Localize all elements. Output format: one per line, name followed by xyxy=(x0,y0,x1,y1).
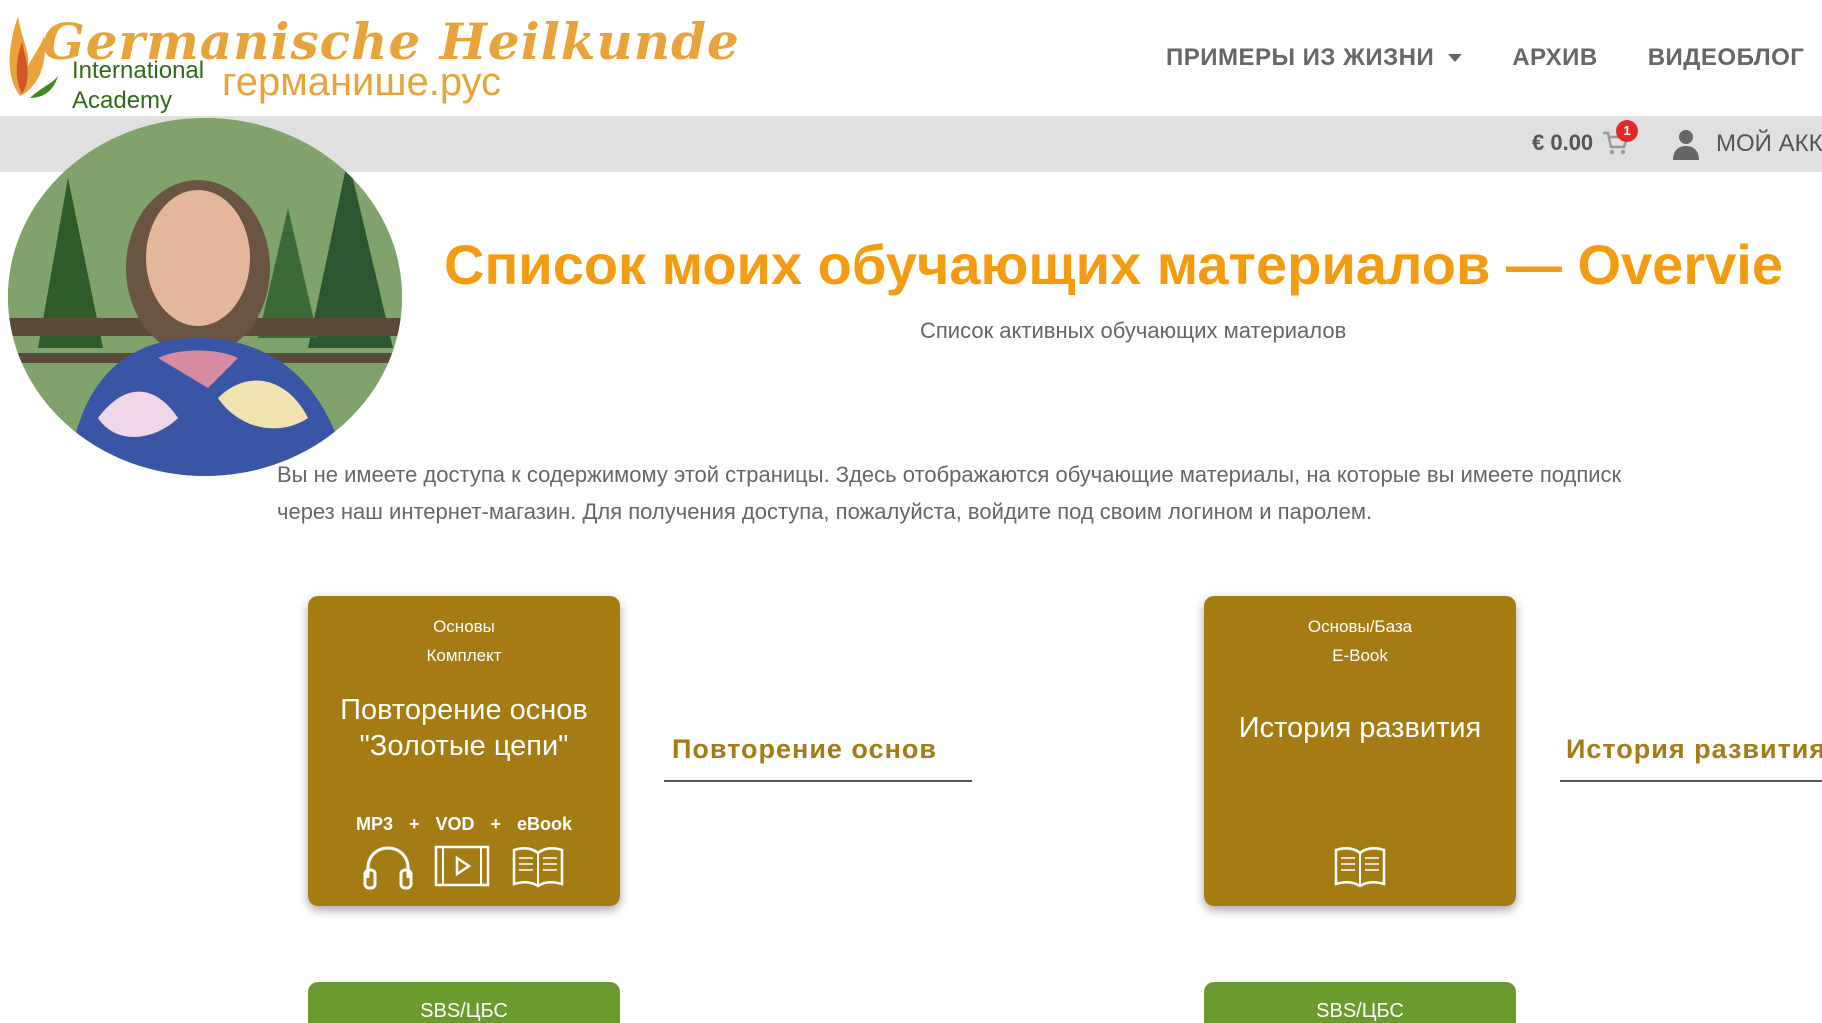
card-title-line: "Золотые цепи" xyxy=(359,730,569,762)
course-card-sbs-1[interactable]: SBS/ЦБС xyxy=(308,982,620,1023)
format-ebook: eBook xyxy=(517,814,573,834)
format-vod: VOD xyxy=(435,814,475,834)
format-plus: + xyxy=(408,814,420,834)
book-icon xyxy=(1334,847,1386,888)
course-card-basics-bundle[interactable]: Основы Комплект Повторение основ "Золоты… xyxy=(308,596,620,906)
chevron-down-icon xyxy=(1448,54,1463,62)
notice-line-1: Вы не имеете доступа к содержимому этой … xyxy=(277,462,1622,487)
course-card-sbs-2[interactable]: SBS/ЦБС xyxy=(1204,982,1516,1023)
nav-item-label: ПРИМЕРЫ ИЗ ЖИЗНИ xyxy=(1166,44,1435,71)
card-title: История развития xyxy=(1204,710,1516,746)
page-subtitle: Список активных обучающих материалов xyxy=(920,318,1347,343)
format-plus: + xyxy=(490,814,502,834)
logo-domain: германише.рус xyxy=(222,60,502,104)
nav-item-videoblog[interactable]: ВИДЕОБЛОГ xyxy=(1648,44,1805,72)
card-title: Повторение основ "Золотые цепи" xyxy=(308,692,620,764)
card-link-underline xyxy=(664,780,972,782)
course-card-history[interactable]: Основы/База E-Book История развития xyxy=(1204,596,1516,906)
user-icon xyxy=(1673,130,1699,160)
card-category: SBS/ЦБС xyxy=(1316,1000,1404,1022)
card-category: Основы/База E-Book xyxy=(1204,612,1516,670)
account-label: МОЙ АКК xyxy=(1716,130,1822,157)
logo-line-academy: Academy xyxy=(72,87,173,114)
nav-item-label: АРХИВ xyxy=(1512,44,1598,71)
my-account-link[interactable]: МОЙ АКК xyxy=(1672,128,1822,160)
card-formats: MP3 + VOD + eBook xyxy=(308,814,620,835)
card-category: Основы Комплект xyxy=(308,612,620,670)
card-title-line: История развития xyxy=(1238,712,1482,744)
card-link-underline xyxy=(1560,780,1822,782)
card-format-icons xyxy=(1204,844,1516,888)
notice-line-2: через наш интернет-магазин. Для получени… xyxy=(277,499,1373,524)
video-icon xyxy=(434,845,490,887)
card-link-basics[interactable]: Повторение основ xyxy=(672,734,937,765)
card-category-line: Основы/База xyxy=(1307,617,1413,636)
headphones-icon xyxy=(363,846,413,890)
site-logo[interactable]: Germanische Heilkunde International Acad… xyxy=(0,0,739,116)
nav-item-label: ВИДЕОБЛОГ xyxy=(1647,44,1805,71)
nav-item-examples[interactable]: ПРИМЕРЫ ИЗ ЖИЗНИ xyxy=(1166,44,1463,72)
nav-item-archive[interactable]: АРХИВ xyxy=(1512,44,1598,72)
format-mp3: MP3 xyxy=(355,814,393,834)
card-category-line: Основы xyxy=(433,617,495,636)
main-nav: ПРИМЕРЫ ИЗ ЖИЗНИ АРХИВ ВИДЕОБЛОГ xyxy=(1166,44,1822,72)
card-link-history[interactable]: История развития xyxy=(1566,734,1822,765)
portrait-photo xyxy=(8,118,402,476)
card-title-line: Повторение основ xyxy=(340,694,588,726)
card-category-line: Комплект xyxy=(426,646,502,665)
card-category-line: E-Book xyxy=(1332,646,1388,665)
access-notice: Вы не имеете доступа к содержимому этой … xyxy=(277,456,1822,530)
page-title: Список моих обучающих материалов — Overv… xyxy=(444,233,1783,296)
logo-subtitle: International Academy xyxy=(72,56,204,116)
book-icon xyxy=(512,847,564,888)
card-category: SBS/ЦБС xyxy=(420,1000,508,1022)
avatar xyxy=(8,118,402,476)
site-header: Germanische Heilkunde International Acad… xyxy=(0,0,1822,116)
card-format-icons xyxy=(308,844,620,890)
cart-amount: € 0.00 xyxy=(1532,130,1594,155)
cart-button[interactable]: € 0.00 xyxy=(1532,130,1629,156)
cart-count-badge: 1 xyxy=(1616,120,1638,142)
logo-line-international: International xyxy=(72,57,205,84)
